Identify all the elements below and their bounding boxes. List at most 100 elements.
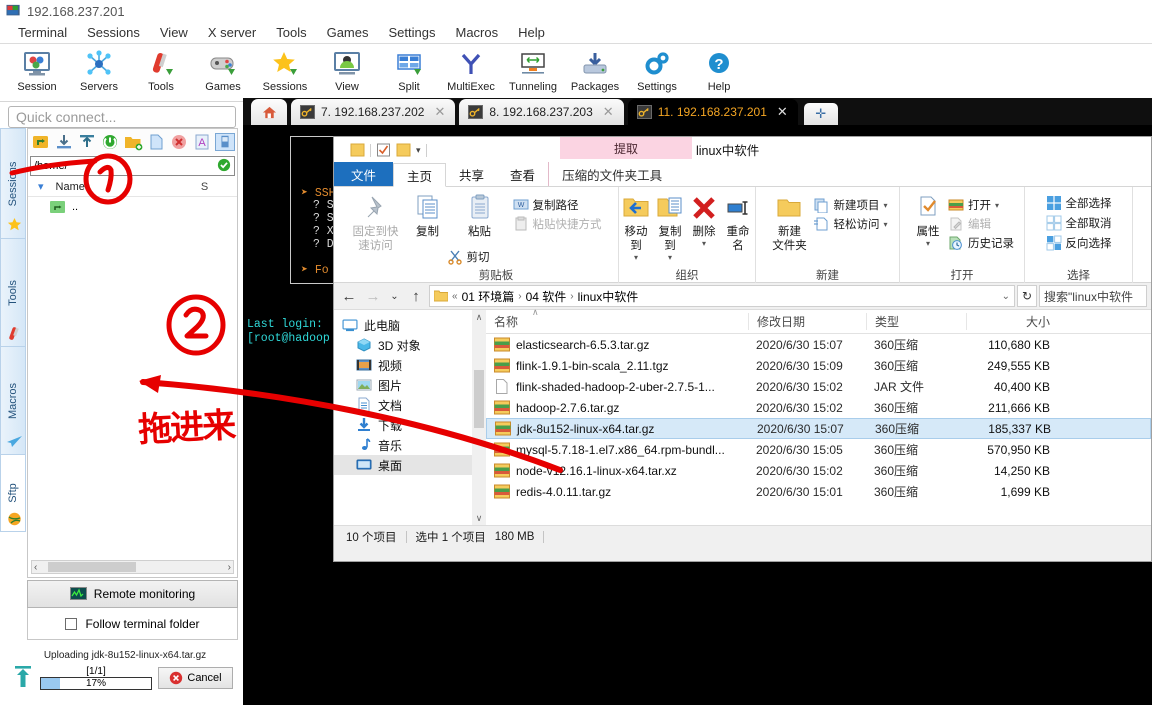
new-folder-qat-icon[interactable] (396, 143, 411, 157)
recent-locations-chevron-down-icon[interactable]: ⌄ (386, 285, 403, 307)
paste-shortcut-button[interactable]: 粘贴快捷方式 (513, 216, 602, 232)
properties-button[interactable]: 属性 ▾ (910, 191, 946, 248)
new-item-button[interactable]: 新建项目 ▾ (813, 197, 888, 214)
toolbar-view-button[interactable]: View (316, 47, 378, 93)
nav-item-documents[interactable]: 文档 (334, 395, 486, 415)
sidebar-tab-sftp[interactable]: Sftp (0, 454, 26, 532)
breadcrumb-item-2[interactable]: linux中软件 (578, 288, 639, 305)
pin-to-quick-access-button[interactable]: 固定到快 速访问 (351, 191, 401, 253)
toolbar-tools-button[interactable]: Tools (130, 47, 192, 93)
session-tab-2[interactable]: 11. 192.168.237.201 ✕ (627, 99, 798, 125)
menu-sessions[interactable]: Sessions (77, 23, 150, 42)
address-dropdown-chevron-down-icon[interactable]: ⌄ (1002, 291, 1010, 302)
easy-access-chevron-down-icon[interactable]: ▾ (883, 220, 887, 229)
toolbar-settings-button[interactable]: Settings (626, 47, 688, 93)
scroll-left-icon[interactable]: ‹ (34, 562, 37, 573)
toolbar-split-button[interactable]: Split (378, 47, 440, 93)
new-folder-icon[interactable] (123, 133, 143, 151)
toolbar-session-button[interactable]: Session (6, 47, 68, 93)
toolbar-packages-button[interactable]: Packages (564, 47, 626, 93)
toolbar-multiexec-button[interactable]: MultiExec (440, 47, 502, 93)
nav-pane-scrollbar[interactable]: ∧ ∨ (472, 310, 486, 525)
sftp-entry-parent[interactable]: .. (28, 197, 237, 217)
search-input[interactable]: 搜索"linux中软件 (1039, 285, 1147, 307)
toolbar-games-button[interactable]: Games (192, 47, 254, 93)
menu-macros[interactable]: Macros (445, 23, 508, 42)
refresh-icon[interactable] (100, 133, 120, 151)
up-button[interactable]: ↑ (405, 285, 427, 307)
sidebar-tab-macros[interactable]: Macros (0, 346, 26, 454)
breadcrumb-overflow-icon[interactable]: « (452, 291, 458, 302)
breadcrumb-sep-1[interactable]: › (570, 291, 573, 302)
copy-button[interactable]: 复制 (403, 191, 453, 239)
nav-scrollbar-thumb[interactable] (474, 370, 484, 428)
table-row[interactable]: mysql-5.7.18-1.el7.x86_64.rpm-bundl... 2… (486, 439, 1151, 460)
easy-access-button[interactable]: 轻松访问 ▾ (813, 216, 888, 232)
sidebar-tab-sessions[interactable]: Sessions (0, 128, 26, 238)
column-header-type[interactable]: 类型 (866, 313, 966, 330)
nav-item-videos[interactable]: 视频 (334, 355, 486, 375)
menu-help[interactable]: Help (508, 23, 555, 42)
delete-button[interactable]: 删除 ▾ (687, 191, 721, 248)
table-row[interactable]: hadoop-2.7.6.tar.gz 2020/6/30 15:02 360压… (486, 397, 1151, 418)
new-file-icon[interactable] (146, 133, 166, 151)
ribbon-tab-compressed-tools[interactable]: 压缩的文件夹工具 (548, 162, 675, 186)
follow-terminal-folder-row[interactable]: Follow terminal folder (27, 608, 238, 640)
copy-path-button[interactable]: W 复制路径 (513, 197, 602, 213)
nav-item-this-pc[interactable]: 此电脑 (334, 315, 486, 335)
toolbar-sessions-button[interactable]: Sessions (254, 47, 316, 93)
cut-button[interactable]: 剪切 (447, 249, 602, 265)
table-row[interactable]: elasticsearch-6.5.3.tar.gz 2020/6/30 15:… (486, 334, 1151, 355)
sftp-horizontal-scrollbar[interactable]: ‹ › (31, 560, 234, 574)
scroll-down-icon[interactable]: ∨ (476, 511, 483, 525)
nav-item-pictures[interactable]: 图片 (334, 375, 486, 395)
download-icon[interactable] (54, 133, 74, 151)
session-tab-0[interactable]: 7. 192.168.237.202 ✕ (291, 99, 456, 125)
session-tab-1[interactable]: 8. 192.168.237.203 ✕ (459, 99, 624, 125)
open-button[interactable]: 打开 ▾ (948, 197, 1014, 213)
select-none-button[interactable]: 全部取消 (1046, 215, 1112, 231)
menu-settings[interactable]: Settings (379, 23, 446, 42)
qat-chevron-down-icon[interactable]: ▾ (416, 145, 421, 156)
table-row-selected[interactable]: jdk-8u152-linux-x64.tar.gz 2020/6/30 15:… (486, 418, 1151, 439)
upload-cancel-button[interactable]: Cancel (158, 667, 233, 689)
ribbon-tab-view[interactable]: 查看 (497, 162, 548, 186)
new-tab-button[interactable]: ✛ (803, 103, 838, 125)
back-button[interactable]: ← (338, 285, 360, 307)
tab-home-button[interactable] (251, 99, 287, 125)
ribbon-tab-home[interactable]: 主页 (393, 163, 447, 187)
breadcrumb-item-1[interactable]: 04 软件 (526, 288, 567, 305)
remote-monitoring-button[interactable]: Remote monitoring (27, 580, 238, 608)
new-folder-button[interactable]: 新建 文件夹 (767, 191, 811, 253)
usb-icon[interactable] (215, 133, 235, 151)
session-tab-0-close[interactable]: ✕ (434, 104, 445, 120)
menu-terminal[interactable]: Terminal (8, 23, 77, 42)
open-chevron-down-icon[interactable]: ▾ (995, 201, 999, 210)
copy-to-button[interactable]: 复制到 ▾ (653, 191, 687, 262)
nav-item-downloads[interactable]: 下载 (334, 415, 486, 435)
upload-icon[interactable] (77, 133, 97, 151)
menu-x-server[interactable]: X server (198, 23, 266, 42)
ribbon-tab-share[interactable]: 共享 (446, 162, 497, 186)
scroll-up-icon[interactable]: ∧ (476, 310, 483, 324)
menu-games[interactable]: Games (317, 23, 379, 42)
sidebar-tab-tools[interactable]: Tools (0, 238, 26, 346)
properties-chevron-down-icon[interactable]: ▾ (926, 239, 930, 248)
select-all-button[interactable]: 全部选择 (1046, 195, 1112, 211)
upload-parent-icon[interactable] (31, 133, 51, 151)
nav-item-desktop[interactable]: 桌面 (334, 455, 486, 475)
scrollbar-thumb[interactable] (48, 562, 136, 572)
nav-item-music[interactable]: 音乐 (334, 435, 486, 455)
folder-icon[interactable] (350, 143, 365, 157)
table-row[interactable]: flink-1.9.1-bin-scala_2.11.tgz 2020/6/30… (486, 355, 1151, 376)
scroll-right-icon[interactable]: › (228, 562, 231, 573)
ribbon-tab-file[interactable]: 文件 (334, 162, 394, 186)
menu-tools[interactable]: Tools (266, 23, 316, 42)
sftp-path-input[interactable]: /home/ (30, 156, 235, 176)
follow-terminal-folder-checkbox[interactable] (65, 617, 78, 630)
table-row[interactable]: node-v12.16.1-linux-x64.tar.xz 2020/6/30… (486, 460, 1151, 481)
breadcrumb-item-0[interactable]: 01 环境篇 (462, 288, 515, 305)
edit-button[interactable]: 编辑 (948, 216, 1014, 232)
copy-to-chevron-down-icon[interactable]: ▾ (668, 253, 672, 262)
forward-button[interactable]: → (362, 285, 384, 307)
